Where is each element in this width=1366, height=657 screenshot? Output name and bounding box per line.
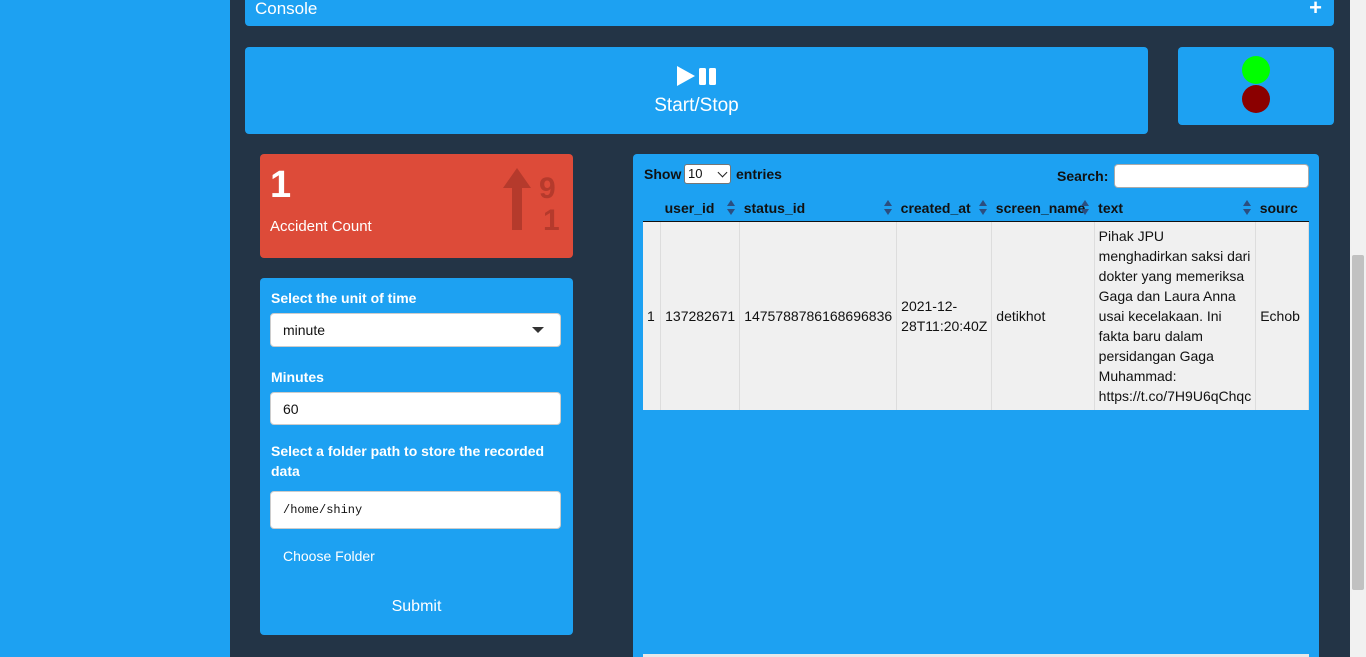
page-scrollbar-thumb[interactable]: [1352, 255, 1364, 590]
minutes-input-value: 60: [283, 400, 299, 417]
column-header-label: screen_name: [995, 199, 1086, 216]
sort-icon: [1242, 200, 1251, 216]
accident-count-value: 1: [270, 164, 292, 206]
submit-button[interactable]: Submit: [260, 598, 573, 616]
sort-icon: [726, 200, 735, 216]
column-header-text[interactable]: text: [1094, 194, 1256, 222]
table-cell: Echob: [1255, 221, 1309, 410]
column-header-label: status_id: [743, 199, 806, 216]
chevron-down-icon: [717, 167, 728, 178]
unit-select-label: Select the unit of time: [271, 290, 417, 306]
search-input[interactable]: [1114, 164, 1309, 188]
recording-settings-form: Select the unit of time minute Minutes 6…: [260, 278, 573, 635]
column-header-screen-name[interactable]: screen_name: [991, 194, 1095, 222]
unit-select[interactable]: minute: [270, 313, 561, 347]
column-header-label: created_at: [900, 199, 971, 216]
play-pause-icon: [677, 66, 716, 86]
column-header-status-id[interactable]: status_id: [739, 194, 897, 222]
entries-per-page-value: 10: [688, 166, 703, 181]
sort-icon: [883, 200, 892, 216]
table-cell: 1: [643, 221, 662, 410]
accident-count-label: Accident Count: [270, 218, 372, 235]
table-header-row: user_id status_id created_at screen_name…: [643, 194, 1309, 222]
sort-icon: [978, 200, 987, 216]
folder-path-input[interactable]: /home/shiny: [270, 491, 561, 529]
green-status-light: [1242, 56, 1270, 84]
svg-text:1: 1: [543, 204, 560, 234]
minutes-input[interactable]: 60: [270, 392, 561, 425]
sort-numeric-up-icon: 9 1: [503, 168, 560, 234]
column-header-created-at[interactable]: created_at: [896, 194, 992, 222]
entries-label: entries: [736, 166, 782, 182]
column-header-label: user_id: [664, 199, 715, 216]
table-cell: 1475788786168696836: [739, 221, 898, 410]
unit-select-value: minute: [283, 322, 326, 338]
folder-path-value: /home/shiny: [283, 503, 363, 517]
accident-count-box: 1 Accident Count 9 1: [260, 154, 573, 258]
sidebar: [0, 0, 230, 657]
column-header-source[interactable]: sourc: [1255, 194, 1309, 222]
start-stop-button[interactable]: Start/Stop: [245, 47, 1148, 134]
table-cell: detikhot: [991, 221, 1095, 410]
table-row[interactable]: 1 137282671 1475788786168696836 2021-12-…: [643, 221, 1309, 410]
table-cell: Pihak JPU menghadirkan saksi dari dokter…: [1094, 221, 1257, 410]
table-cell: 137282671: [660, 221, 741, 410]
data-table: user_id status_id created_at screen_name…: [643, 194, 1309, 410]
minutes-label: Minutes: [271, 369, 324, 385]
start-stop-label: Start/Stop: [654, 95, 739, 116]
search-label: Search:: [1057, 168, 1109, 184]
main-content: Console + Start/Stop 1 Accident Count 9 …: [230, 0, 1350, 657]
console-title: Console: [255, 0, 318, 18]
column-header-user-id[interactable]: user_id: [660, 194, 740, 222]
table-cell: 2021-12-28T11:20:40Z: [896, 221, 993, 410]
table-viewport[interactable]: user_id status_id created_at screen_name…: [643, 194, 1309, 414]
column-header-label: text: [1098, 199, 1124, 216]
status-light-panel: [1178, 47, 1334, 125]
column-header-index[interactable]: [643, 194, 661, 222]
sort-icon: [1081, 200, 1090, 216]
choose-folder-button[interactable]: Choose Folder: [283, 548, 375, 564]
caret-down-icon: [532, 327, 544, 333]
svg-text:9: 9: [539, 172, 556, 205]
expand-icon[interactable]: +: [1309, 0, 1322, 21]
red-status-light: [1242, 85, 1270, 113]
show-label: Show: [644, 166, 682, 182]
console-panel[interactable]: Console +: [245, 0, 1334, 26]
data-table-panel: Show 10 entries Search: user_id status_i…: [633, 154, 1319, 657]
folder-path-label: Select a folder path to store the record…: [271, 443, 545, 479]
entries-per-page-select[interactable]: 10: [684, 164, 731, 184]
